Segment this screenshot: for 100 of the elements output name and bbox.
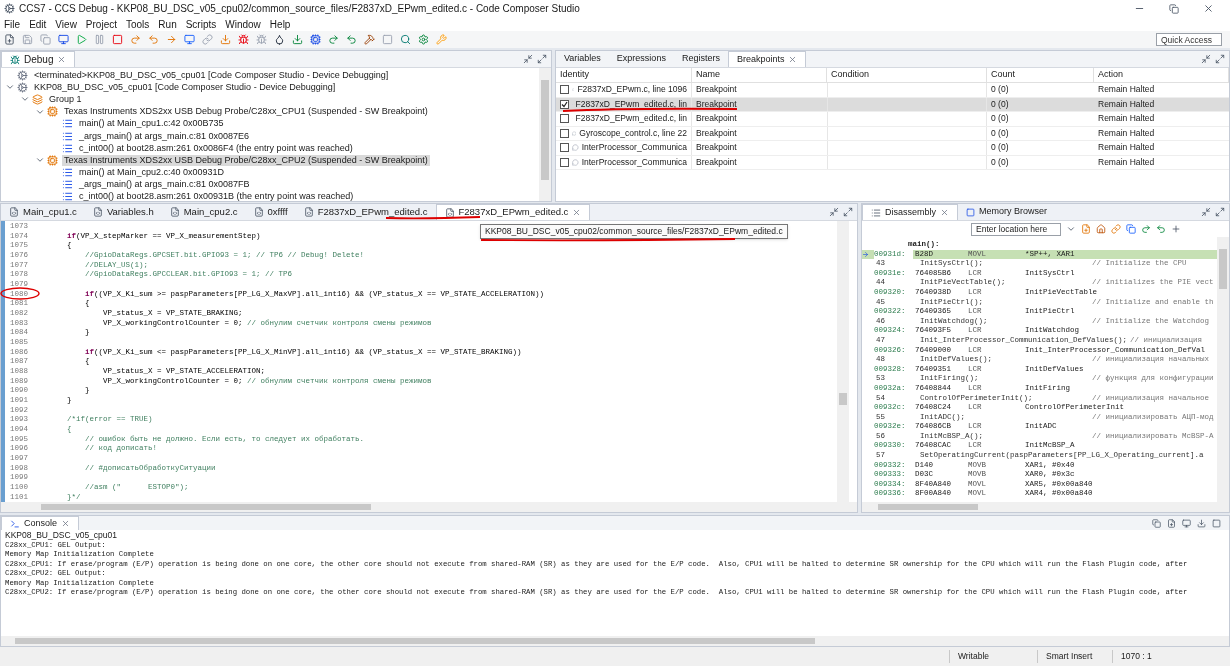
plus-icon[interactable] [1171, 224, 1181, 234]
home-icon[interactable] [1096, 224, 1106, 234]
minimize-icon[interactable] [1201, 207, 1211, 217]
tab[interactable]: Breakpoints [727, 51, 807, 67]
tab[interactable]: Debug [1, 51, 76, 67]
tree-item[interactable]: Texas Instruments XDS2xx USB Debug Probe/C28xx_CPU1 (Suspended - SW Breakpoint) [62, 106, 430, 118]
close-icon[interactable] [57, 55, 67, 64]
file-plus-icon[interactable] [1081, 224, 1091, 234]
checkbox[interactable] [560, 99, 569, 109]
menu-item[interactable]: Scripts [185, 16, 217, 32]
scrollbar[interactable] [862, 502, 1229, 512]
scrollbar[interactable] [1, 636, 1229, 646]
arrow-icon[interactable] [166, 34, 177, 45]
close-icon[interactable] [1203, 3, 1214, 14]
breakpoint-row[interactable]: Gyroscope_control.c, line 22 Breakpoint 0 (0) Remain Halted [556, 126, 1229, 141]
download-icon[interactable] [292, 34, 303, 45]
redo-icon[interactable] [328, 34, 339, 45]
square-icon[interactable] [112, 34, 123, 45]
tab[interactable]: Console [1, 516, 80, 530]
column-header[interactable]: Name [692, 68, 827, 82]
undo-icon[interactable] [1156, 224, 1166, 234]
hammer-icon[interactable] [364, 34, 375, 45]
file-plus-icon[interactable] [1167, 518, 1176, 528]
save-icon[interactable] [22, 34, 33, 45]
tab[interactable]: Variables [556, 51, 609, 67]
file-plus-icon[interactable] [4, 34, 15, 45]
breakpoint-row[interactable]: F2837xD_EPwm.c, line 1096 Breakpoint 0 (0) Remain Halted [556, 83, 1229, 98]
dropdown-icon[interactable] [1066, 224, 1076, 234]
scrollbar[interactable] [1, 502, 857, 512]
menu-item[interactable]: View [55, 16, 77, 32]
tab[interactable]: Registers [673, 51, 728, 67]
minimize-icon[interactable] [523, 54, 533, 64]
checkbox[interactable] [560, 128, 569, 138]
close-icon[interactable] [940, 208, 949, 217]
undo-icon[interactable] [346, 34, 357, 45]
minimize-icon[interactable] [829, 207, 839, 217]
maximize-icon[interactable] [1215, 207, 1225, 217]
checkbox[interactable] [560, 114, 569, 124]
tree-item[interactable]: _args_main() at args_main.c:81 0x0087FB [77, 179, 252, 191]
menu-item[interactable]: Help [269, 16, 291, 32]
play-icon[interactable] [76, 34, 87, 45]
scrollbar[interactable] [1217, 237, 1229, 502]
menu-item[interactable]: Edit [29, 16, 47, 32]
bug-icon[interactable] [256, 34, 267, 45]
maximize-icon[interactable] [537, 54, 547, 64]
tab[interactable]: Main_cpu1.c [1, 204, 85, 220]
minimize-icon[interactable] [1201, 54, 1211, 64]
column-header[interactable]: Identity [556, 68, 692, 82]
tab[interactable]: 0xffff [245, 204, 296, 220]
tab[interactable]: F2837xD_EPwm_edited.c [435, 204, 591, 220]
checkbox[interactable] [560, 85, 569, 95]
column-header[interactable]: Condition [827, 68, 987, 82]
redo-icon[interactable] [1141, 224, 1151, 234]
copy-icon[interactable] [40, 34, 51, 45]
monitor-icon[interactable] [58, 34, 69, 45]
download-icon[interactable] [1197, 518, 1206, 528]
copy-icon[interactable] [1126, 224, 1136, 234]
tab[interactable]: Variables.h [84, 204, 162, 220]
tree-item[interactable]: c_int00() at boot28.asm:261 0x0086F4 (the entry point was reached) [77, 142, 355, 154]
menu-item[interactable]: Window [225, 16, 261, 32]
tree-item[interactable]: <terminated>KKP08_BU_DSC_v05_cpu01 [Code Composer Studio - Device Debugging] [32, 69, 391, 81]
location-field[interactable]: Enter location here [971, 222, 1061, 236]
checkbox[interactable] [560, 157, 569, 167]
droplet-icon[interactable] [274, 34, 285, 45]
close-icon[interactable] [61, 519, 71, 528]
maximize-icon[interactable] [843, 207, 853, 217]
link-icon[interactable] [1111, 224, 1121, 234]
tree-item[interactable]: main() at Main_cpu2.c:40 0x00931D [77, 167, 227, 179]
download-icon[interactable] [220, 34, 231, 45]
quick-access-field[interactable]: Quick Access [1156, 33, 1222, 46]
tab[interactable]: Disassembly [862, 204, 958, 220]
scrollbar[interactable] [837, 221, 849, 502]
tree-item[interactable]: KKP08_BU_DSC_v05_cpu01 [Code Composer Studio - Device Debugging] [32, 81, 338, 93]
close-icon[interactable] [572, 208, 582, 217]
tab[interactable]: Memory Browser [958, 204, 1056, 220]
square-icon[interactable] [382, 34, 393, 45]
settings-icon[interactable] [418, 34, 429, 45]
maximize-icon[interactable] [1215, 54, 1225, 64]
link-icon[interactable] [202, 34, 213, 45]
breakpoint-row[interactable]: InterProcessor_Communica Breakpoint 0 (0) Remain Halted [556, 141, 1229, 156]
menu-item[interactable]: Run [158, 16, 177, 32]
tab[interactable]: Main_cpu2.c [161, 204, 246, 220]
search-icon[interactable] [400, 34, 411, 45]
tree-item[interactable]: Texas Instruments XDS2xx USB Debug Probe/C28xx_CPU2 (Suspended - SW Breakpoint) [62, 154, 430, 166]
undo-icon[interactable] [148, 34, 159, 45]
pause-icon[interactable] [94, 34, 105, 45]
breakpoint-row[interactable]: F2837xD_EPwm_edited.c, lin Breakpoint 0 (0) Remain Halted [556, 112, 1229, 127]
tree-item[interactable]: _args_main() at args_main.c:81 0x0087E6 [77, 130, 252, 142]
tree-item[interactable]: Group 1 [47, 93, 84, 105]
column-header[interactable]: Count [987, 68, 1094, 82]
monitor-icon[interactable] [184, 34, 195, 45]
scrollbar[interactable] [539, 68, 551, 201]
tree-item[interactable]: main() at Main_cpu1.c:42 0x00B735 [77, 118, 226, 130]
bug-icon[interactable] [238, 34, 249, 45]
chip-icon[interactable] [310, 34, 321, 45]
restore-icon[interactable] [1169, 3, 1179, 14]
tab[interactable]: F2837xD_EPwm_edited.c [295, 204, 436, 220]
tab[interactable]: Expressions [608, 51, 674, 67]
copy-icon[interactable] [1152, 518, 1161, 528]
monitor-icon[interactable] [1182, 518, 1191, 528]
